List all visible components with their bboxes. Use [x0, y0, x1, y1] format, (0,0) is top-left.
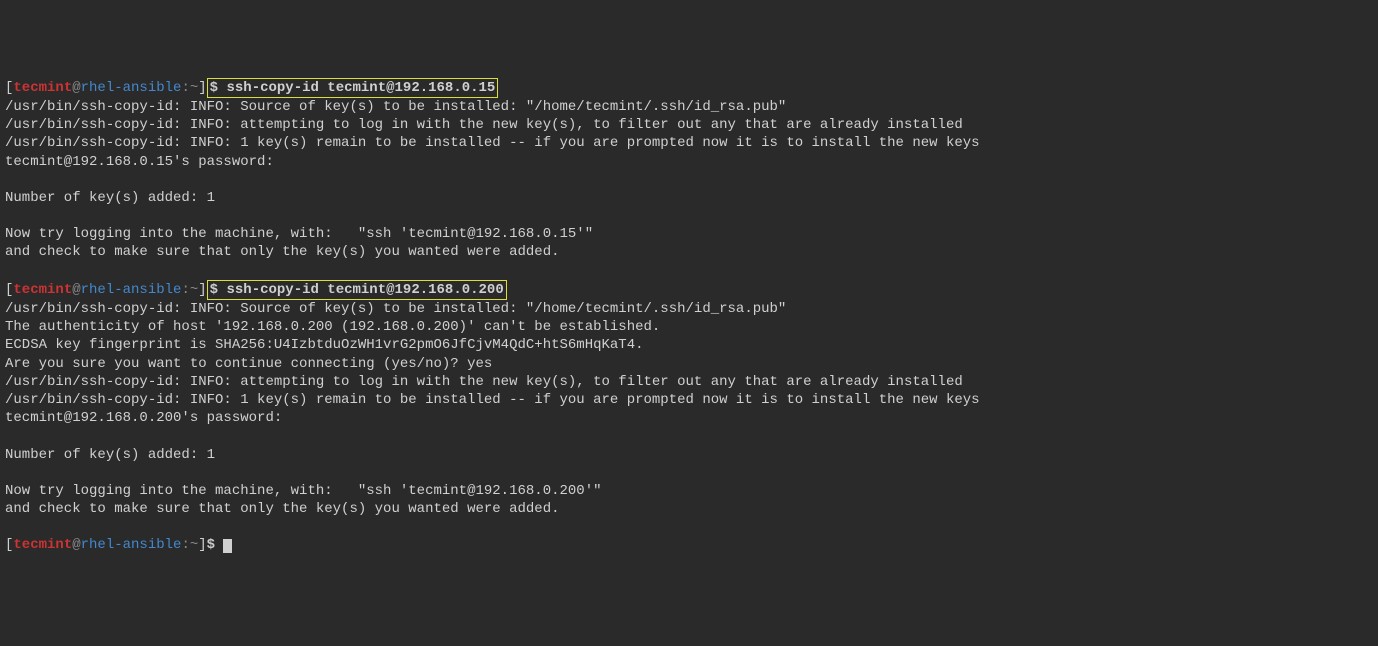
- prompt-colon: :: [181, 80, 189, 96]
- output-line: Number of key(s) added: 1: [5, 190, 215, 206]
- output-line: /usr/bin/ssh-copy-id: INFO: attempting t…: [5, 117, 963, 133]
- prompt-host: rhel-ansible: [81, 537, 182, 553]
- prompt-colon: :: [181, 282, 189, 298]
- cursor: [223, 539, 232, 553]
- command-2: ssh-copy-id tecmint@192.168.0.200: [226, 282, 503, 298]
- prompt-line-1: [tecmint@rhel-ansible:~]$ ssh-copy-id te…: [5, 80, 498, 96]
- output-line: Now try logging into the machine, with: …: [5, 226, 593, 242]
- terminal-output[interactable]: [tecmint@rhel-ansible:~]$ ssh-copy-id te…: [5, 78, 1373, 555]
- bracket-open: [: [5, 537, 13, 553]
- prompt-line-3: [tecmint@rhel-ansible:~]$: [5, 537, 232, 553]
- output-line: Are you sure you want to continue connec…: [5, 356, 492, 372]
- prompt-user: tecmint: [13, 282, 72, 298]
- output-line: /usr/bin/ssh-copy-id: INFO: Source of ke…: [5, 99, 786, 115]
- prompt-dollar: $: [210, 282, 218, 298]
- output-line: /usr/bin/ssh-copy-id: INFO: Source of ke…: [5, 301, 786, 317]
- output-line: /usr/bin/ssh-copy-id: INFO: 1 key(s) rem…: [5, 392, 980, 408]
- output-line: tecmint@192.168.0.200's password:: [5, 410, 282, 426]
- bracket-close: ]: [198, 537, 206, 553]
- prompt-colon: :: [181, 537, 189, 553]
- command-highlight-2: $ ssh-copy-id tecmint@192.168.0.200: [207, 280, 507, 300]
- prompt-dollar: $: [210, 80, 218, 96]
- output-line: The authenticity of host '192.168.0.200 …: [5, 319, 660, 335]
- output-line: /usr/bin/ssh-copy-id: INFO: 1 key(s) rem…: [5, 135, 980, 151]
- output-line: tecmint@192.168.0.15's password:: [5, 154, 274, 170]
- command-highlight-1: $ ssh-copy-id tecmint@192.168.0.15: [207, 78, 499, 98]
- prompt-tilde: ~: [190, 537, 198, 553]
- output-line: Number of key(s) added: 1: [5, 447, 215, 463]
- prompt-dollar: $: [207, 537, 215, 553]
- prompt-host: rhel-ansible: [81, 282, 182, 298]
- output-line: and check to make sure that only the key…: [5, 244, 560, 260]
- bracket-close: ]: [198, 80, 206, 96]
- output-line: ECDSA key fingerprint is SHA256:U4Izbtdu…: [5, 337, 644, 353]
- command-1: ssh-copy-id tecmint@192.168.0.15: [226, 80, 495, 96]
- prompt-tilde: ~: [190, 282, 198, 298]
- prompt-at: @: [72, 537, 80, 553]
- prompt-at: @: [72, 282, 80, 298]
- prompt-host: rhel-ansible: [81, 80, 182, 96]
- prompt-tilde: ~: [190, 80, 198, 96]
- prompt-user: tecmint: [13, 80, 72, 96]
- bracket-close: ]: [198, 282, 206, 298]
- output-line: /usr/bin/ssh-copy-id: INFO: attempting t…: [5, 374, 963, 390]
- prompt-user: tecmint: [13, 537, 72, 553]
- prompt-line-2: [tecmint@rhel-ansible:~]$ ssh-copy-id te…: [5, 282, 507, 298]
- output-line: and check to make sure that only the key…: [5, 501, 560, 517]
- output-line: Now try logging into the machine, with: …: [5, 483, 602, 499]
- prompt-at: @: [72, 80, 80, 96]
